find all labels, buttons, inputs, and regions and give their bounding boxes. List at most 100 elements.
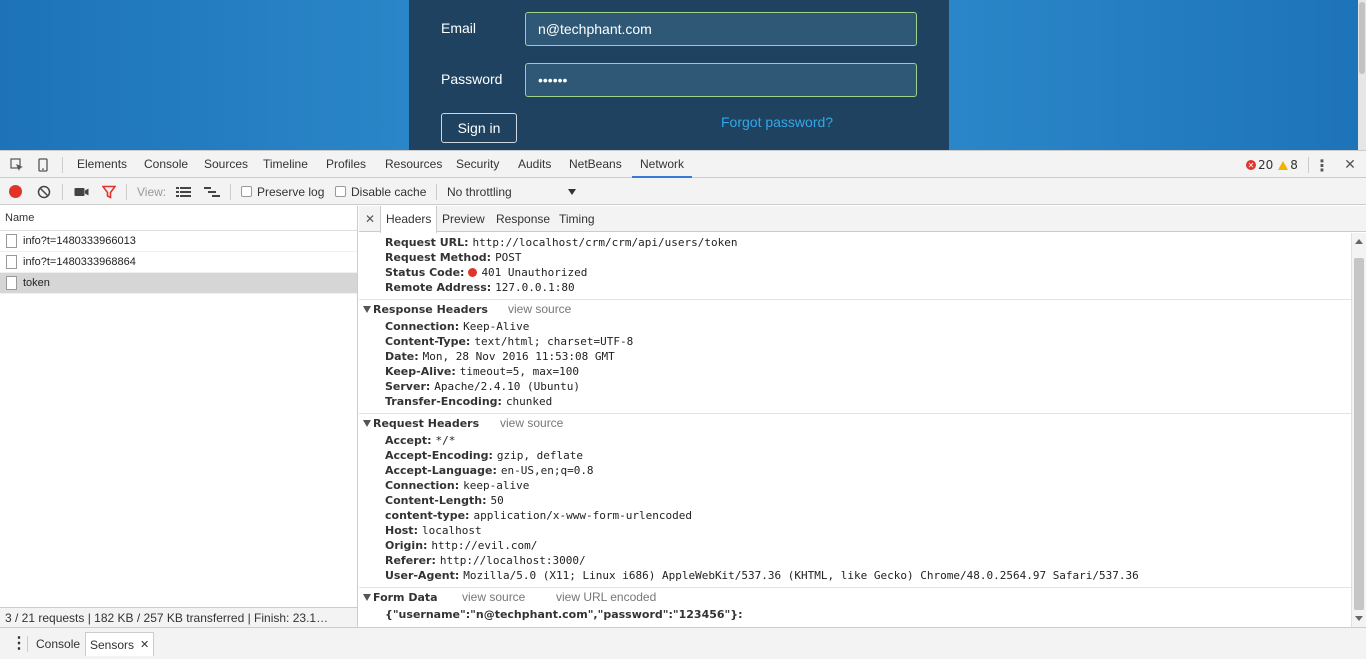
preserve-log-checkbox[interactable]: Preserve log — [241, 178, 324, 205]
general-row: Status Code: 401 Unauthorized — [385, 266, 588, 279]
tab-timeline[interactable]: Timeline — [263, 151, 308, 178]
clear-icon[interactable] — [37, 178, 51, 205]
close-details-icon[interactable]: ✕ — [365, 206, 375, 232]
request-name: info?t=1480333966013 — [23, 235, 136, 247]
header-row: Connection: Keep-Alive — [385, 320, 530, 333]
document-icon — [6, 276, 17, 290]
warning-count: 8 — [1290, 158, 1298, 172]
inspect-element-icon[interactable] — [8, 156, 26, 174]
view-label: View: — [137, 184, 167, 199]
request-name: info?t=1480333968864 — [23, 256, 136, 268]
request-row[interactable]: info?t=1480333968864 — [0, 252, 357, 273]
view-url-encoded-link[interactable]: view URL encoded — [556, 590, 656, 604]
network-toolbar: View: Preserve log Disable cache No thro… — [0, 178, 1366, 205]
header-row: Accept-Language: en-US,en;q=0.8 — [385, 464, 594, 477]
details-tabbar: ✕ Headers Preview Response Timing — [359, 206, 1366, 233]
tab-preview[interactable]: Preview — [437, 206, 490, 232]
drawer-menu-icon[interactable]: ⋮ — [11, 632, 27, 656]
tab-response[interactable]: Response — [491, 206, 555, 232]
tab-profiles[interactable]: Profiles — [326, 151, 366, 178]
capture-screenshots-icon[interactable] — [74, 178, 89, 205]
overview-icon[interactable] — [204, 178, 220, 205]
view-source-link[interactable]: view source — [500, 416, 563, 430]
form-data-value: {"username":"n@techphant.com","password"… — [385, 608, 743, 621]
throttling-select[interactable]: No throttling — [447, 178, 581, 205]
error-count: 20 — [1258, 158, 1274, 172]
large-rows-icon[interactable] — [176, 178, 191, 205]
header-row: User-Agent: Mozilla/5.0 (X11; Linux i686)… — [385, 569, 1139, 582]
customize-menu-icon[interactable]: ⋮ — [1313, 156, 1331, 175]
device-mode-icon[interactable] — [34, 156, 52, 174]
tab-headers[interactable]: Headers — [380, 206, 438, 233]
disable-cache-checkbox[interactable]: Disable cache — [335, 178, 426, 205]
request-headers-section[interactable]: Request Headers — [363, 417, 479, 430]
header-row: Accept: */* — [385, 434, 456, 447]
expand-triangle-icon — [363, 594, 371, 601]
name-column-header[interactable]: Name — [0, 206, 357, 231]
request-row[interactable]: info?t=1480333966013 — [0, 231, 357, 252]
header-row: content-type: application/x-www-form-urle… — [385, 509, 692, 522]
tab-netbeans[interactable]: NetBeans — [569, 151, 622, 178]
password-field[interactable]: •••••• — [525, 63, 917, 97]
password-label: Password — [441, 71, 503, 87]
devtools-tabbar: Elements Console Sources Timeline Profil… — [0, 150, 1366, 178]
view-source-link[interactable]: view source — [462, 590, 525, 604]
headers-content: Request URL: http://localhost/crm/crm/api… — [359, 233, 1351, 627]
header-row: Content-Length: 50 — [385, 494, 504, 507]
general-row: Request Method: POST — [385, 251, 522, 264]
tab-network[interactable]: Network — [632, 151, 693, 178]
preserve-log-label: Preserve log — [257, 184, 325, 199]
drawer-tabbar: ⋮ Console Sensors ✕ — [0, 627, 1366, 659]
warning-icon — [1278, 160, 1289, 170]
header-row: Keep-Alive: timeout=5, max=100 — [385, 365, 579, 378]
drawer-tab-sensors[interactable]: Sensors ✕ — [85, 632, 155, 657]
response-headers-section[interactable]: Response Headers — [363, 303, 488, 316]
forgot-password-link[interactable]: Forgot password? — [721, 114, 833, 130]
view-source-link[interactable]: view source — [508, 302, 571, 316]
throttling-value: No throttling — [447, 184, 512, 199]
header-row: Accept-Encoding: gzip, deflate — [385, 449, 583, 462]
tab-resources[interactable]: Resources — [385, 151, 442, 178]
header-row: Connection: keep-alive — [385, 479, 530, 492]
request-row-selected[interactable]: token — [0, 273, 357, 294]
document-icon — [6, 234, 17, 248]
header-row: Content-Type: text/html; charset=UTF-8 — [385, 335, 634, 348]
tab-security[interactable]: Security — [456, 151, 499, 178]
request-details-panel: ✕ Headers Preview Response Timing Reques… — [359, 206, 1366, 627]
tab-console[interactable]: Console — [144, 151, 188, 178]
error-warning-counter[interactable]: ✕ 20 8 — [1246, 158, 1298, 172]
login-card: Email n@techphant.com Password •••••• Si… — [409, 0, 949, 150]
form-data-section[interactable]: Form Data — [363, 591, 438, 604]
drawer-tab-label: Sensors — [90, 637, 135, 652]
close-devtools-icon[interactable]: ✕ — [1341, 156, 1359, 174]
email-label: Email — [441, 20, 477, 36]
expand-triangle-icon — [363, 306, 371, 313]
general-row: Request URL: http://localhost/crm/crm/api… — [385, 236, 738, 249]
header-row: Host: localhost — [385, 524, 482, 537]
page-viewport: Email n@techphant.com Password •••••• Si… — [0, 0, 1366, 150]
header-row: Date: Mon, 28 Nov 2016 11:53:08 GMT — [385, 350, 615, 363]
drawer-tab-console[interactable]: Console — [36, 632, 80, 656]
email-field[interactable]: n@techphant.com — [525, 12, 917, 46]
header-row: Origin: http://evil.com/ — [385, 539, 538, 552]
sign-in-button[interactable]: Sign in — [441, 113, 517, 143]
header-row: Referer: http://localhost:3000/ — [385, 554, 586, 567]
header-row: Transfer-Encoding: chunked — [385, 395, 553, 408]
tab-elements[interactable]: Elements — [77, 151, 127, 178]
request-name: token — [23, 277, 50, 289]
status-error-icon — [468, 268, 478, 277]
tab-sources[interactable]: Sources — [204, 151, 248, 178]
chevron-down-icon — [568, 189, 576, 195]
details-scrollbar[interactable] — [1351, 233, 1366, 627]
expand-triangle-icon — [363, 420, 371, 427]
header-row: Server: Apache/2.4.10 (Ubuntu) — [385, 380, 580, 393]
filter-icon[interactable] — [102, 178, 116, 205]
tab-audits[interactable]: Audits — [518, 151, 551, 178]
page-scrollbar[interactable] — [1358, 0, 1366, 150]
tab-timing[interactable]: Timing — [554, 206, 600, 232]
close-tab-icon[interactable]: ✕ — [140, 633, 149, 657]
general-row: Remote Address: 127.0.0.1:80 — [385, 281, 575, 294]
record-icon[interactable] — [9, 178, 22, 205]
document-icon — [6, 255, 17, 269]
disable-cache-label: Disable cache — [351, 184, 427, 199]
